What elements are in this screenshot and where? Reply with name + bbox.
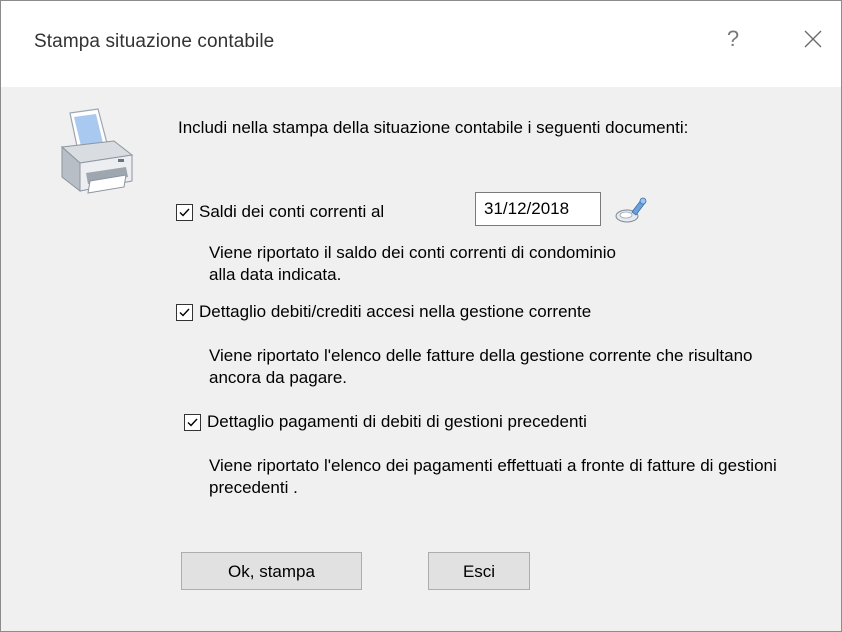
close-button[interactable] [799, 25, 827, 53]
option-debiti-crediti[interactable]: Dettaglio debiti/crediti accesi nella ge… [176, 301, 591, 323]
checkbox-debiti-crediti[interactable] [176, 303, 193, 321]
checkbox-saldi-conti[interactable] [176, 203, 193, 221]
checkbox-pagamenti-precedenti[interactable] [184, 413, 201, 431]
printer-icon [56, 107, 136, 203]
date-picker-button[interactable] [613, 194, 649, 226]
checkmark-icon [179, 308, 190, 317]
option-description: Viene riportato l'elenco delle fatture d… [209, 346, 753, 387]
title-bar: Stampa situazione contabile ? [1, 1, 841, 87]
checkmark-icon [179, 208, 190, 217]
option-description: Viene riportato il saldo dei conti corre… [209, 243, 616, 284]
option-label: Dettaglio pagamenti di debiti di gestion… [207, 412, 587, 431]
dialog-content: Includi nella stampa della situazione co… [1, 87, 841, 631]
window-title: Stampa situazione contabile [34, 31, 275, 52]
help-button[interactable]: ? [723, 26, 743, 52]
print-dialog: Stampa situazione contabile ? Includi ne… [0, 0, 842, 632]
close-icon [804, 30, 822, 48]
calendar-lookup-icon [615, 197, 647, 223]
option-pagamenti-precedenti[interactable]: Dettaglio pagamenti di debiti di gestion… [184, 411, 587, 433]
option-label: Saldi dei conti correnti al [199, 202, 385, 221]
option-description: Viene riportato l'elenco dei pagamenti e… [209, 456, 777, 497]
option-label: Dettaglio debiti/crediti accesi nella ge… [199, 302, 592, 321]
intro-text: Includi nella stampa della situazione co… [178, 118, 689, 137]
checkmark-icon [187, 418, 198, 427]
option-saldi-conti[interactable]: Saldi dei conti correnti al [176, 201, 384, 223]
date-field[interactable] [475, 192, 601, 226]
exit-button[interactable]: Esci [428, 552, 530, 590]
ok-print-button[interactable]: Ok, stampa [181, 552, 362, 590]
